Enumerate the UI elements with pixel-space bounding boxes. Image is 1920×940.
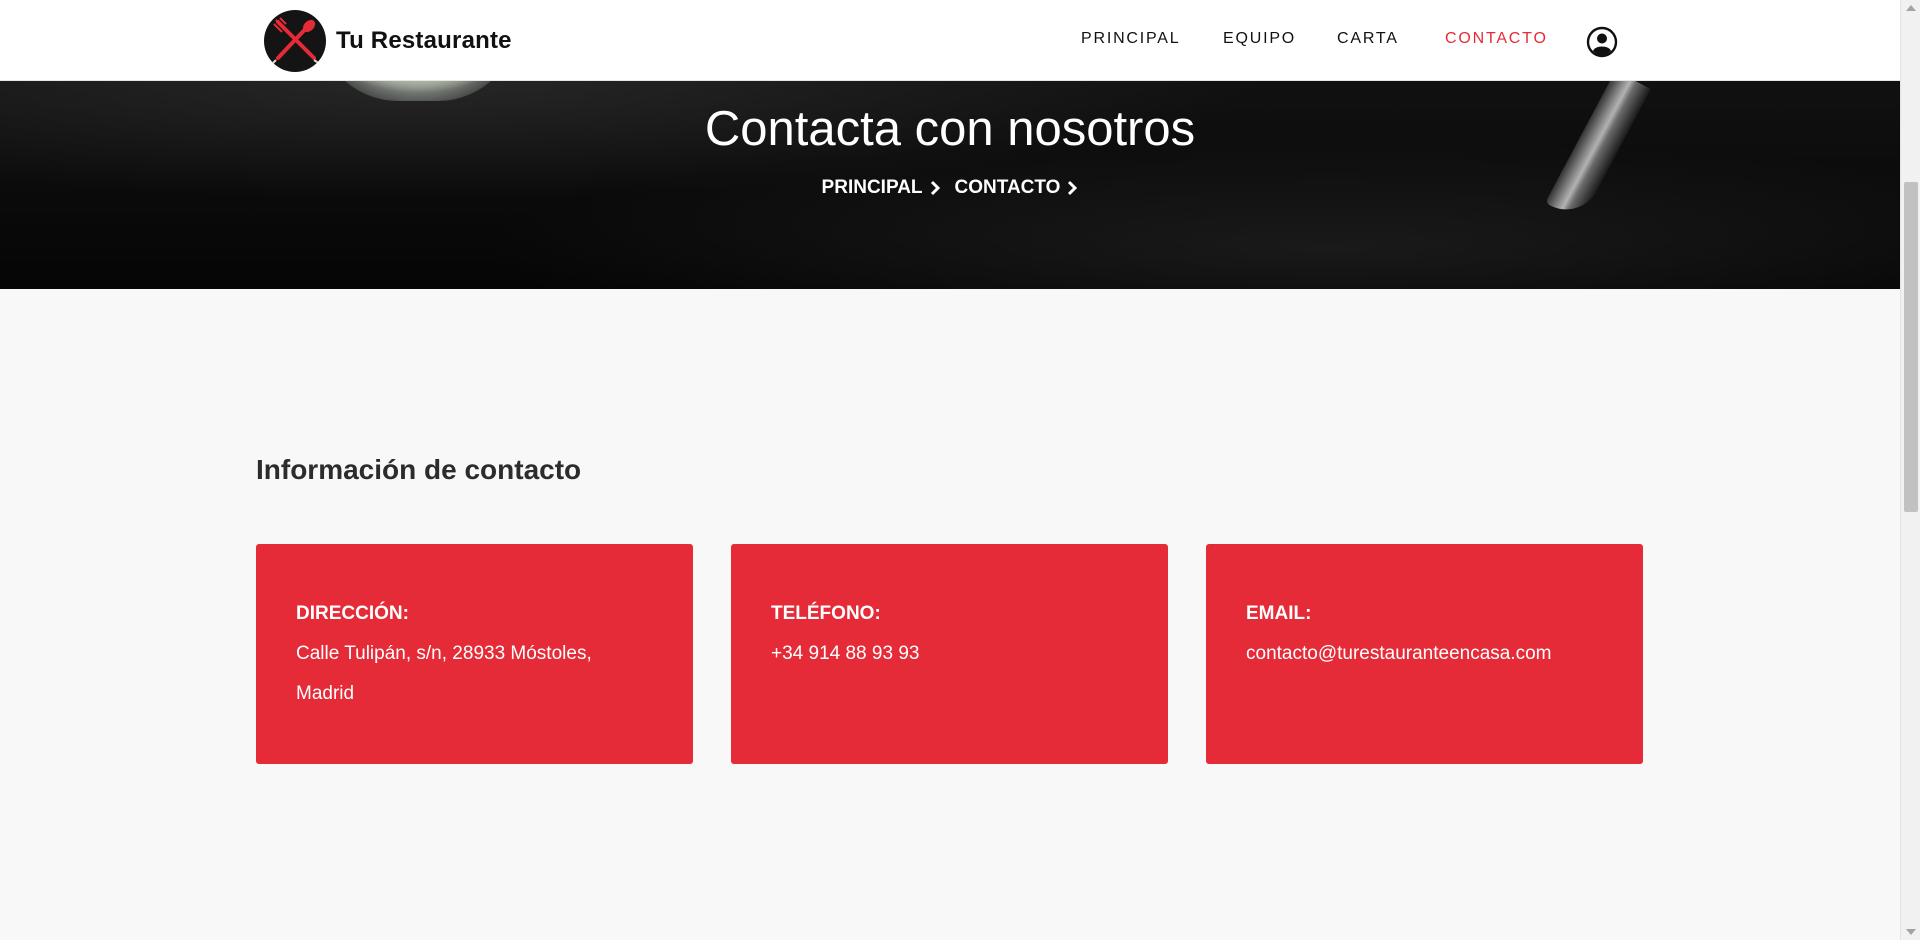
- address-line-1: Calle Tulipán, s/n, 28933 Móstoles,: [296, 643, 592, 664]
- card-label: TELÉFONO:: [771, 603, 881, 624]
- breadcrumb-item-principal[interactable]: PRINCIPAL: [822, 177, 941, 199]
- page-title: Contacta con nosotros: [704, 102, 1196, 156]
- card-label: EMAIL:: [1246, 603, 1312, 624]
- chevron-right-icon: [930, 180, 940, 196]
- scroll-down-icon[interactable]: [1906, 929, 1916, 935]
- address-line-2: Madrid: [296, 683, 355, 704]
- contact-card-email: EMAIL: contacto@turestauranteencasa.com: [1206, 544, 1643, 764]
- nav-link-carta[interactable]: CARTA: [1337, 30, 1399, 48]
- scroll-up-icon[interactable]: [1906, 5, 1916, 11]
- breadcrumb-item-contacto[interactable]: CONTACTO: [955, 177, 1079, 199]
- card-label: DIRECCIÓN:: [296, 603, 409, 624]
- phone-number: +34 914 88 93 93: [771, 643, 920, 664]
- chevron-right-icon: [1068, 180, 1078, 196]
- contact-card-address: DIRECCIÓN: Calle Tulipán, s/n, 28933 Mós…: [256, 544, 693, 764]
- contact-card-phone: TELÉFONO: +34 914 88 93 93: [731, 544, 1168, 764]
- breadcrumb-label: CONTACTO: [954, 177, 1061, 198]
- navbar: Tu Restaurante PRINCIPAL EQUIPO CARTA CO…: [0, 0, 1900, 81]
- nav-link-equipo[interactable]: EQUIPO: [1223, 30, 1296, 48]
- user-circle-icon[interactable]: [1586, 26, 1618, 58]
- hero-banner: Contacta con nosotros PRINCIPAL CONTACTO: [0, 81, 1900, 289]
- breadcrumb-label: PRINCIPAL: [821, 177, 923, 198]
- nav-link-principal[interactable]: PRINCIPAL: [1081, 30, 1180, 48]
- scrollbar-thumb[interactable]: [1904, 182, 1918, 512]
- breadcrumb: PRINCIPAL CONTACTO: [0, 177, 1900, 199]
- email-address: contacto@turestauranteencasa.com: [1246, 643, 1552, 664]
- page-scrollbar[interactable]: [1900, 0, 1920, 940]
- nav-link-contacto[interactable]: CONTACTO: [1445, 30, 1548, 48]
- section-title: Información de contacto: [256, 454, 582, 485]
